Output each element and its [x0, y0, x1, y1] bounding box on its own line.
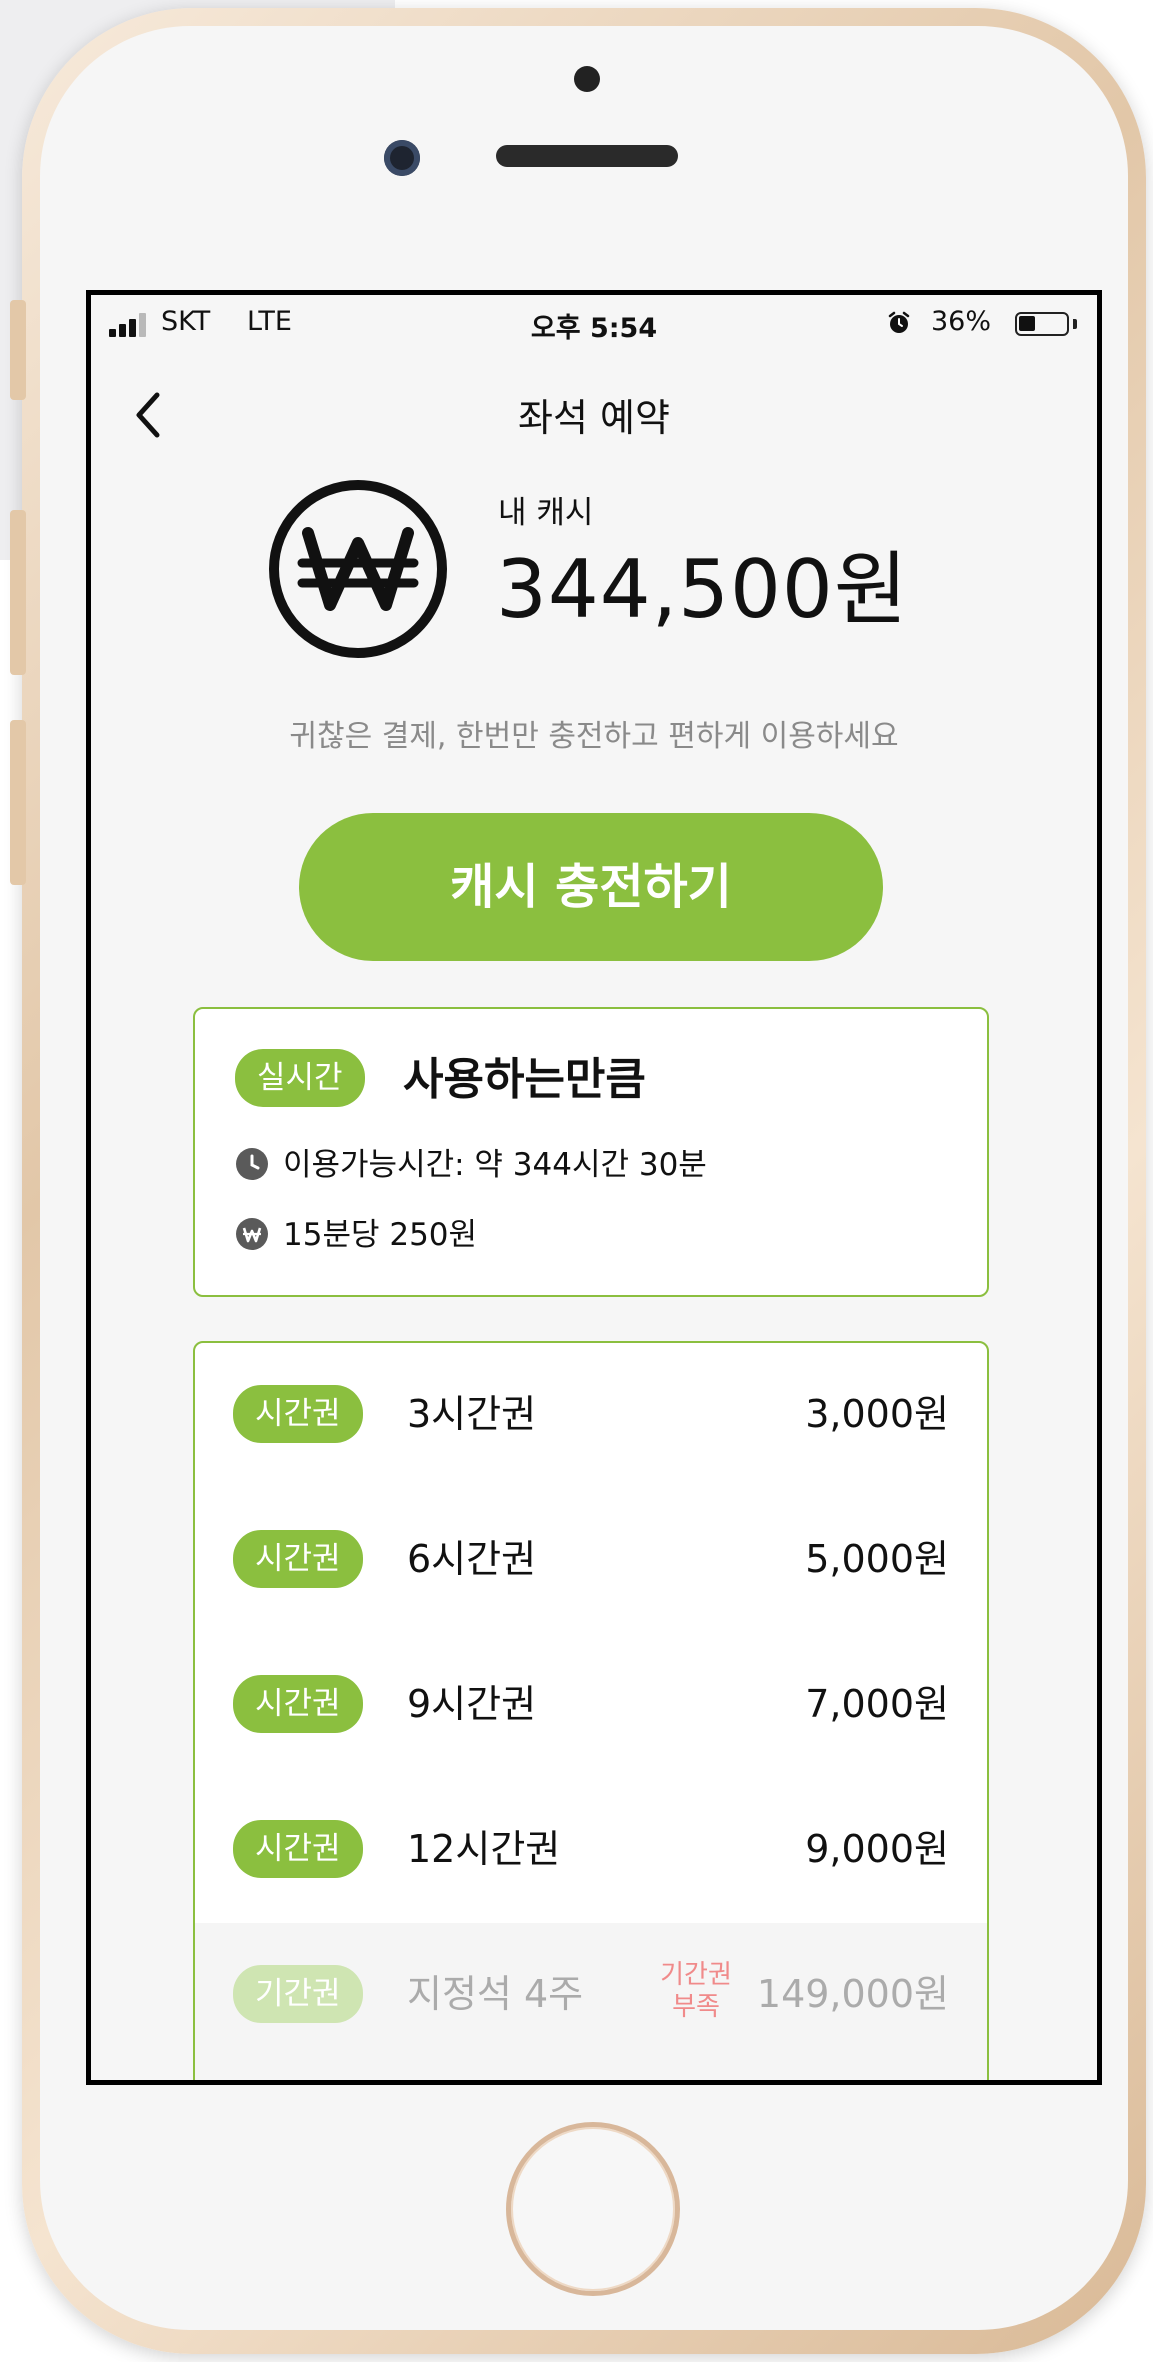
status-bar: SKT LTE 오후 5:54 36% — [91, 295, 1097, 345]
proximity-sensor — [574, 66, 600, 92]
home-button[interactable] — [506, 2122, 680, 2296]
available-time-text: 이용가능시간: 약 344시간 30분 — [283, 1147, 707, 1183]
pass-type-tag: 기간권 — [233, 1965, 363, 2023]
volume-up-button — [10, 510, 26, 675]
pass-name: 지정석 4주 — [407, 1972, 584, 2016]
mute-switch — [10, 300, 26, 400]
pass-row-disabled: 기간권 지정석 4주 기간권 부족 149,000원 — [195, 1923, 987, 2080]
won-coin-icon — [236, 1217, 268, 1250]
phone-screen: SKT LTE 오후 5:54 36% 좌석 예약 내 캐시 344,500원 … — [86, 290, 1102, 2085]
battery-percent: 36% — [931, 306, 992, 337]
available-time-row: 이용가능시간: 약 344시간 30분 — [235, 1139, 707, 1184]
pass-name: 12시간권 — [407, 1827, 561, 1871]
pass-type-tag: 시간권 — [233, 1530, 363, 1588]
passes-list: 시간권 3시간권 3,000원 시간권 6시간권 5,000원 시간권 9시간권… — [193, 1341, 989, 2080]
pass-price: 149,000원 — [756, 1972, 949, 2016]
realtime-plan-card[interactable]: 실시간 사용하는만큼 이용가능시간: 약 344시간 30분 15분당 250원 — [193, 1007, 989, 1297]
pass-type-tag: 시간권 — [233, 1820, 363, 1878]
realtime-tag: 실시간 — [235, 1049, 365, 1107]
rate-row: 15분당 250원 — [235, 1209, 477, 1254]
promo-text: 귀찮은 결제, 한번만 충전하고 편하게 이용하세요 — [289, 719, 899, 754]
pass-price: 9,000원 — [805, 1827, 949, 1871]
realtime-plan-title: 사용하는만큼 — [403, 1054, 646, 1105]
app-screen: SKT LTE 오후 5:54 36% 좌석 예약 내 캐시 344,500원 … — [91, 295, 1097, 2080]
charge-cash-button[interactable]: 캐시 충전하기 — [299, 813, 883, 961]
pass-name: 6시간권 — [407, 1537, 537, 1581]
cash-balance: 344,500원 — [496, 543, 909, 636]
pass-price: 5,000원 — [805, 1537, 949, 1581]
battery-fill — [1019, 316, 1035, 331]
pass-row[interactable]: 시간권 12시간권 9,000원 — [195, 1778, 987, 1923]
earpiece-speaker — [496, 145, 678, 167]
shortage-line-2: 부족 — [672, 1992, 720, 2022]
pass-row[interactable]: 시간권 6시간권 5,000원 — [195, 1488, 987, 1633]
pass-type-tag: 시간권 — [233, 1385, 363, 1443]
pass-price: 3,000원 — [805, 1392, 949, 1436]
shortage-line-1: 기간권 — [660, 1960, 732, 1990]
pass-type-tag: 시간권 — [233, 1675, 363, 1733]
battery-icon — [1015, 312, 1069, 336]
rate-text: 15분당 250원 — [283, 1217, 478, 1253]
pass-price: 7,000원 — [805, 1682, 949, 1726]
won-currency-icon — [269, 480, 447, 658]
battery-cap — [1073, 319, 1077, 329]
volume-down-button — [10, 720, 26, 885]
pass-name: 9시간권 — [407, 1682, 537, 1726]
insufficient-balance-label: 기간권 부족 — [651, 1959, 741, 2023]
front-camera-icon — [384, 140, 420, 176]
pass-row[interactable]: 시간권 3시간권 3,000원 — [195, 1343, 987, 1488]
alarm-clock-icon — [888, 311, 910, 333]
pass-row[interactable]: 시간권 9시간권 7,000원 — [195, 1633, 987, 1778]
clock-icon — [236, 1147, 268, 1180]
page-title: 좌석 예약 — [518, 396, 670, 440]
pass-name: 3시간권 — [407, 1392, 537, 1436]
